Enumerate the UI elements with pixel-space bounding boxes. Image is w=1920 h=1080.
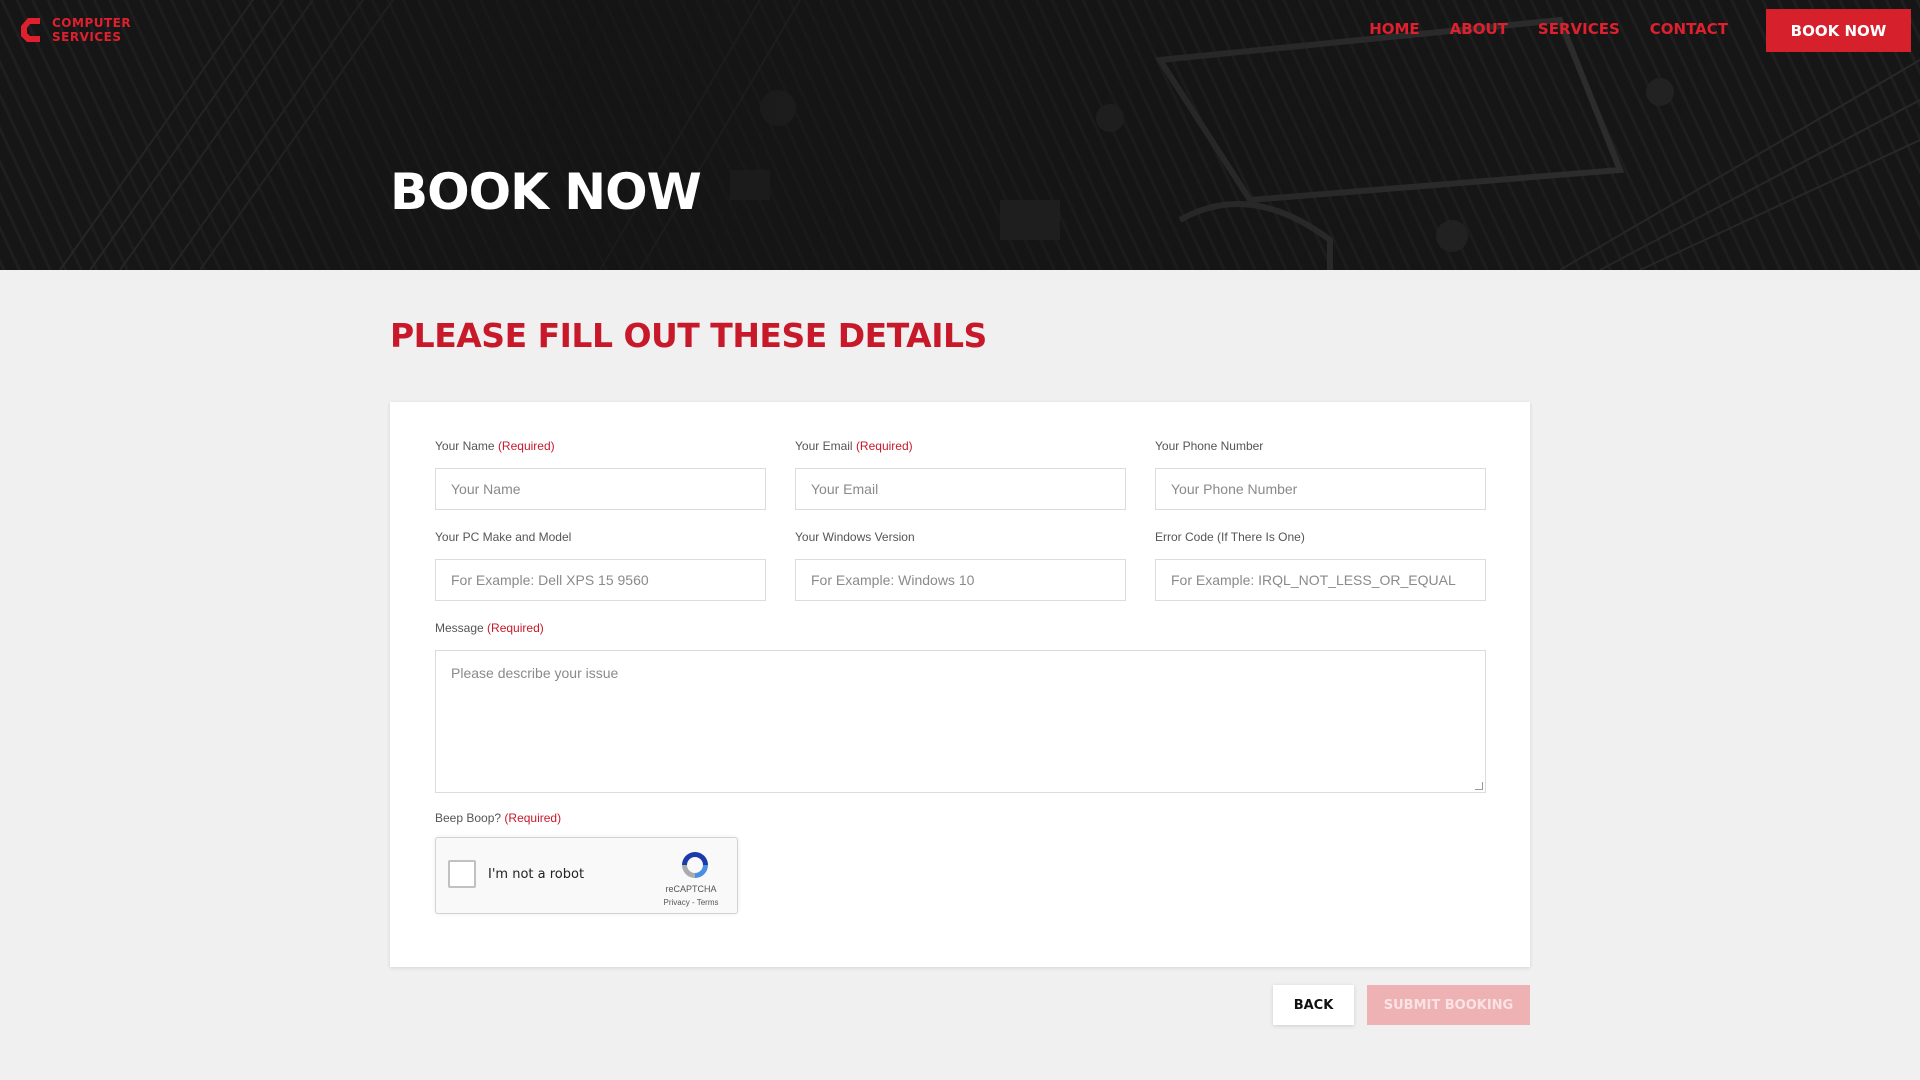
- email-label-text: Your Email: [795, 439, 853, 453]
- email-label: Your Email (Required): [795, 438, 1126, 454]
- required-tag: (Required): [497, 439, 555, 453]
- phone-input[interactable]: [1155, 468, 1486, 510]
- nav-services[interactable]: SERVICES: [1538, 19, 1620, 39]
- hero-banner: COMPUTER SERVICES HOME ABOUT SERVICES CO…: [0, 0, 1920, 270]
- logo-line2: SERVICES: [52, 30, 122, 44]
- name-input[interactable]: [435, 468, 766, 510]
- nav-home[interactable]: HOME: [1369, 19, 1419, 39]
- booking-form-card: Your Name (Required) Your Email (Require…: [390, 402, 1530, 967]
- name-label-text: Your Name: [435, 439, 495, 453]
- message-textarea[interactable]: [435, 650, 1486, 793]
- recaptcha-checkbox[interactable]: [448, 860, 476, 888]
- name-label: Your Name (Required): [435, 438, 766, 454]
- site-logo[interactable]: COMPUTER SERVICES: [18, 14, 131, 46]
- page-title: BOOK NOW: [390, 163, 702, 221]
- required-tag: (Required): [504, 811, 562, 825]
- recaptcha-checkbox-label: I'm not a robot: [488, 867, 585, 882]
- back-button[interactable]: BACK: [1273, 985, 1354, 1025]
- logo-line1: COMPUTER: [52, 16, 132, 30]
- message-wrapper: [435, 650, 1486, 793]
- recaptcha-privacy-terms-link[interactable]: Privacy - Terms: [646, 898, 736, 907]
- email-field-group: Your Email (Required): [795, 438, 1126, 510]
- error-code-field-group: Error Code (If There Is One): [1155, 529, 1486, 601]
- book-now-button[interactable]: BOOK NOW: [1766, 9, 1911, 52]
- message-label-text: Message: [435, 621, 484, 635]
- nav-contact[interactable]: CONTACT: [1650, 19, 1728, 39]
- phone-field-group: Your Phone Number: [1155, 438, 1486, 510]
- captcha-label-text: Beep Boop?: [435, 811, 502, 825]
- recaptcha-widget: I'm not a robot reCAPTCHA Privacy - Term…: [435, 837, 738, 914]
- message-label: Message (Required): [435, 620, 1486, 636]
- phone-label: Your Phone Number: [1155, 439, 1264, 453]
- email-input[interactable]: [795, 468, 1126, 510]
- windows-version-input[interactable]: [795, 559, 1126, 601]
- pc-model-input[interactable]: [435, 559, 766, 601]
- name-field-group: Your Name (Required): [435, 438, 766, 510]
- submit-booking-button[interactable]: SUBMIT BOOKING: [1367, 985, 1530, 1025]
- section-title: PLEASE FILL OUT THESE DETAILS: [390, 316, 987, 355]
- required-tag: (Required): [855, 439, 913, 453]
- nav-about[interactable]: ABOUT: [1450, 19, 1508, 39]
- required-tag: (Required): [487, 621, 544, 635]
- windows-version-field-group: Your Windows Version: [795, 529, 1126, 601]
- logo-text: COMPUTER SERVICES: [52, 16, 131, 44]
- error-code-input[interactable]: [1155, 559, 1486, 601]
- error-code-label: Error Code (If There Is One): [1155, 530, 1305, 544]
- captcha-label: Beep Boop? (Required): [435, 810, 561, 826]
- recaptcha-brand: reCAPTCHA: [665, 884, 717, 894]
- captcha-field-group: Beep Boop? (Required): [435, 810, 561, 826]
- message-field-group: Message (Required): [435, 620, 1486, 793]
- main-nav: HOME ABOUT SERVICES CONTACT: [1339, 19, 1728, 39]
- pc-model-field-group: Your PC Make and Model: [435, 529, 766, 601]
- motherboard-background-image: [0, 0, 1920, 270]
- windows-version-label: Your Windows Version: [795, 530, 915, 544]
- recaptcha-logo-icon: [682, 852, 708, 878]
- resize-grip-icon[interactable]: [1475, 782, 1483, 790]
- pc-model-label: Your PC Make and Model: [435, 530, 572, 544]
- logo-c-icon: [21, 18, 40, 42]
